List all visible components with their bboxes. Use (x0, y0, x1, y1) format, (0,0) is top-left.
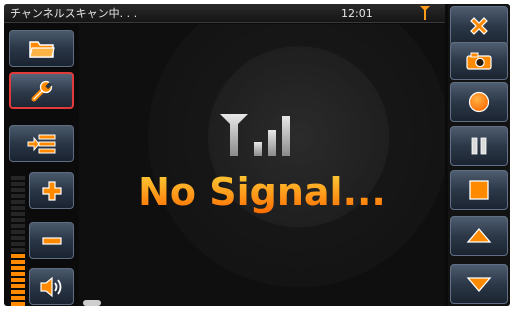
no-signal-message: No Signal... (79, 170, 445, 214)
speaker-icon (39, 276, 61, 297)
settings-button[interactable] (9, 72, 74, 109)
volume-meter-segment (11, 200, 25, 204)
scrollbar-thumb[interactable] (83, 300, 101, 306)
channel-down-button[interactable] (450, 264, 508, 304)
minus-icon (41, 236, 62, 245)
volume-meter-segment (11, 254, 25, 258)
volume-meter-segment (11, 302, 25, 306)
volume-meter-segment (11, 230, 25, 234)
stop-button[interactable] (450, 170, 508, 210)
wrench-icon (31, 80, 52, 101)
volume-meter-segment (11, 266, 25, 270)
folder-button[interactable] (9, 30, 74, 67)
volume-meter-segment (11, 194, 25, 198)
close-button[interactable] (450, 6, 508, 46)
volume-down-button[interactable] (29, 222, 74, 259)
volume-meter-segment (11, 242, 25, 246)
volume-meter-segment (11, 248, 25, 252)
right-toolbar (448, 4, 510, 306)
status-text: チャンネルスキャン中. . . (10, 7, 138, 20)
volume-meter-segment (11, 236, 25, 240)
channel-up-button[interactable] (450, 216, 508, 256)
snapshot-button[interactable] (450, 42, 508, 80)
volume-meter-segment (11, 296, 25, 300)
record-button[interactable] (450, 82, 508, 122)
record-icon (468, 91, 490, 113)
camera-icon (466, 52, 492, 70)
volume-meter-segment (11, 278, 25, 282)
volume-meter-segment (11, 260, 25, 264)
volume-meter-segment (11, 206, 25, 210)
volume-meter-segment (11, 176, 25, 180)
plus-icon (41, 180, 62, 201)
volume-meter-segment (11, 182, 25, 186)
volume-meter-segment (11, 284, 25, 288)
antenna-icon (420, 6, 430, 20)
app-window: チャンネルスキャン中. . . 12:01 No Signal... (4, 4, 510, 306)
volume-meter-segment (11, 188, 25, 192)
close-icon (470, 17, 488, 35)
pause-button[interactable] (450, 126, 508, 166)
triangle-up-icon (466, 227, 492, 243)
volume-up-button[interactable] (29, 172, 74, 209)
volume-meter-segment (11, 212, 25, 216)
volume-meter-segment (11, 218, 25, 222)
volume-meter-segment (11, 224, 25, 228)
volume-meter (11, 172, 25, 306)
triangle-down-icon (466, 277, 492, 293)
list-add-icon (27, 134, 55, 153)
stop-icon (469, 180, 489, 200)
status-bar: チャンネルスキャン中. . . 12:01 (4, 4, 445, 23)
volume-meter-segment (11, 272, 25, 276)
signal-bars-icon (220, 114, 290, 156)
pause-icon (471, 137, 487, 155)
video-area[interactable]: No Signal... (79, 24, 445, 306)
mute-button[interactable] (29, 268, 74, 305)
folder-icon (28, 40, 55, 58)
volume-meter-segment (11, 290, 25, 294)
clock: 12:01 (341, 7, 373, 20)
channel-list-button[interactable] (9, 125, 74, 162)
